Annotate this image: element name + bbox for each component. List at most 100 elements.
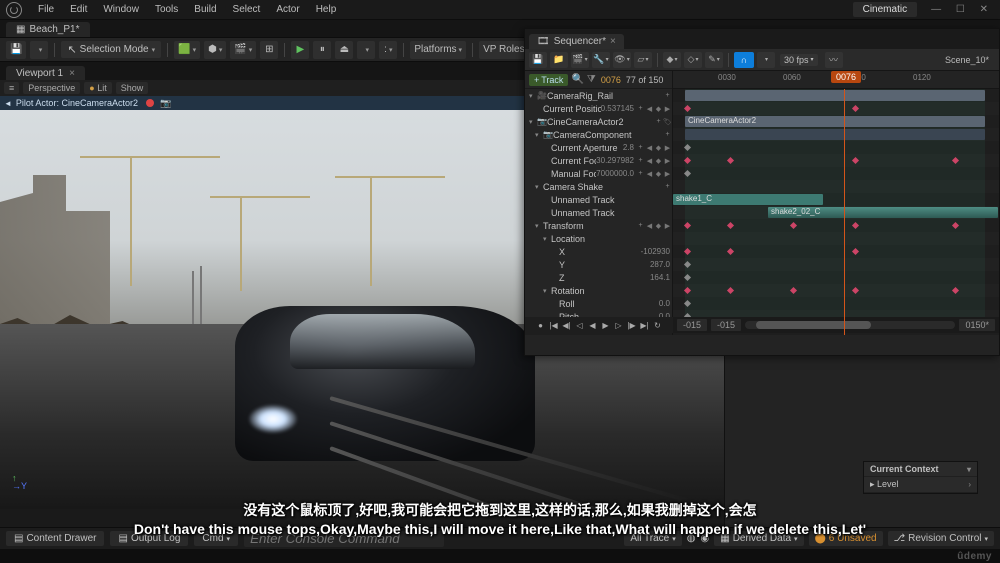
pause-button[interactable]: ⏸ (313, 41, 331, 59)
expand-icon[interactable]: ▾ (535, 183, 543, 191)
clip-camera-component[interactable] (685, 129, 985, 140)
autokey-button[interactable]: ◇ (684, 52, 702, 68)
next-key-icon[interactable]: ▶ (663, 144, 672, 152)
tree-row[interactable]: Current Aperture2.8+◀◆▶ (525, 141, 672, 154)
derived-data-dropdown[interactable]: ▦ Derived Data▾ (714, 531, 803, 546)
set-key-icon[interactable]: ◆ (654, 170, 663, 178)
prev-key-icon[interactable]: ◀ (645, 222, 654, 230)
add-track-button[interactable]: Track (529, 74, 568, 86)
keyframe[interactable] (852, 248, 859, 255)
sequencer-timeline[interactable]: 0030 0060 0090 0120 0076 CineCameraActor… (673, 71, 999, 335)
add-key-button[interactable]: + (663, 183, 672, 190)
play-forward-button[interactable]: ▶ (600, 319, 612, 331)
console-command-input[interactable] (244, 531, 444, 547)
prev-key-icon[interactable]: ◀ (645, 157, 654, 165)
tree-row[interactable]: Manual Focus Di7000000.0+◀◆▶ (525, 167, 672, 180)
keyframe[interactable] (684, 222, 691, 229)
add-key-button[interactable]: + (636, 157, 645, 165)
keyframe[interactable] (727, 222, 734, 229)
perspective-dropdown[interactable]: Perspective (23, 82, 80, 94)
step-forward-button[interactable]: ▷ (613, 319, 625, 331)
step-back-button[interactable]: ◁ (574, 319, 586, 331)
next-key-icon[interactable]: ▶ (663, 222, 672, 230)
prev-key-icon[interactable]: ◀ (645, 144, 654, 152)
save-button[interactable]: 💾 (6, 41, 26, 59)
actions-button[interactable]: 🔧 (592, 52, 610, 68)
expand-icon[interactable]: ▾ (535, 222, 543, 230)
tree-row[interactable]: ▾📷CineCameraActor2+🏷 (525, 115, 672, 128)
keyframe[interactable] (684, 287, 691, 294)
keyframe[interactable] (852, 157, 859, 164)
add-key-button[interactable]: + (654, 118, 663, 126)
playhead-indicator[interactable]: 0076 (831, 71, 861, 83)
tracks-area[interactable]: CineCameraActor2 shake1_C shake2_02_C (673, 89, 999, 321)
menu-edit[interactable]: Edit (62, 4, 95, 15)
unsaved-button[interactable]: ⬤ 6 Unsaved (809, 531, 883, 546)
render-button[interactable]: 🎬 (571, 52, 589, 68)
keyframe[interactable] (684, 157, 691, 164)
expand-icon[interactable]: ▾ (535, 131, 543, 139)
keyframe[interactable] (852, 222, 859, 229)
keyframe[interactable] (790, 222, 797, 229)
keyframe[interactable] (684, 261, 691, 268)
set-key-icon[interactable]: ◆ (654, 157, 663, 165)
keyframe[interactable] (684, 144, 691, 151)
next-key-icon[interactable]: ▶ (663, 170, 672, 178)
filter-icon[interactable]: ⧩ (587, 74, 596, 85)
snap-options-button[interactable] (757, 52, 775, 68)
keyframe[interactable] (684, 300, 691, 307)
tree-row[interactable]: Roll0.0 (525, 297, 672, 310)
platforms-dropdown[interactable]: Platforms (410, 41, 466, 59)
menu-actor[interactable]: Actor (268, 4, 307, 15)
add-key-button[interactable]: + (636, 105, 645, 113)
add-key-button[interactable]: + (636, 144, 645, 152)
add-key-button[interactable]: + (636, 170, 645, 178)
play-options-button[interactable] (357, 41, 375, 59)
context-panel[interactable]: Current Context ▾ ▸ Level › (863, 461, 978, 494)
project-tab[interactable]: ▦ Beach_P1* (6, 22, 90, 37)
search-icon[interactable]: 🔍 (571, 74, 583, 85)
sequencer-tree[interactable]: ▾🎥CameraRig_Rail+Current Position c0.537… (525, 89, 672, 335)
menu-build[interactable]: Build (186, 4, 224, 15)
clip-shake2[interactable]: shake2_02_C (768, 207, 998, 218)
track-value[interactable]: 7000000.0 (596, 169, 634, 178)
cmd-dropdown[interactable]: Cmd ▾ (194, 531, 238, 546)
next-key-button[interactable]: |▶ (626, 319, 638, 331)
track-value[interactable]: 0.537145 (601, 104, 634, 113)
browse-button[interactable]: 📁 (550, 52, 568, 68)
tree-row[interactable]: ▾🎥CameraRig_Rail+ (525, 89, 672, 102)
close-tab-icon[interactable]: × (69, 68, 75, 79)
context-level-row[interactable]: ▸ Level › (864, 477, 977, 493)
tree-row[interactable]: ▾Camera Shake+ (525, 180, 672, 193)
keyframe[interactable] (684, 170, 691, 177)
current-frame-field[interactable]: -015 (711, 319, 741, 331)
trace-dropdown[interactable]: All Trace▾ (624, 531, 681, 546)
status-icon[interactable]: ◍ (687, 533, 696, 544)
expand-icon[interactable]: ▾ (543, 287, 551, 295)
keyframe[interactable] (952, 222, 959, 229)
scene-breadcrumb[interactable]: Scene_10* (939, 55, 995, 65)
go-to-end-button[interactable]: ▶| (639, 319, 651, 331)
camera-view-icon[interactable]: 📷 (160, 98, 171, 109)
menu-file[interactable]: File (30, 4, 62, 15)
play-reverse-button[interactable]: ◀ (587, 319, 599, 331)
show-dropdown[interactable]: Show (116, 82, 149, 94)
clip-cinecamera[interactable]: CineCameraActor2 (685, 116, 985, 127)
view-options-button[interactable]: 👁 (613, 52, 631, 68)
add-key-button[interactable]: + (663, 92, 672, 99)
launch-button[interactable]: : (379, 41, 397, 59)
next-key-icon[interactable]: ▶ (663, 157, 672, 165)
keyframe[interactable] (852, 105, 859, 112)
next-key-icon[interactable]: ▶ (663, 105, 672, 113)
fps-dropdown[interactable]: 30 fps▾ (780, 54, 818, 66)
track-value[interactable]: 2.8 (623, 143, 634, 152)
tree-row[interactable]: Unnamed Track (525, 193, 672, 206)
tree-row[interactable]: Current Focal Le30.297982+◀◆▶ (525, 154, 672, 167)
selection-mode-dropdown[interactable]: Selection Mode ▾ (61, 41, 161, 58)
viewport-options-button[interactable]: ≡ (4, 82, 19, 94)
record-button[interactable]: ● (535, 319, 547, 331)
cinematic-mode-button[interactable]: Cinematic (853, 2, 917, 17)
stop-button[interactable]: ⏏ (335, 41, 353, 59)
keyframe[interactable] (790, 287, 797, 294)
status-icon[interactable]: ◉ (701, 533, 710, 544)
